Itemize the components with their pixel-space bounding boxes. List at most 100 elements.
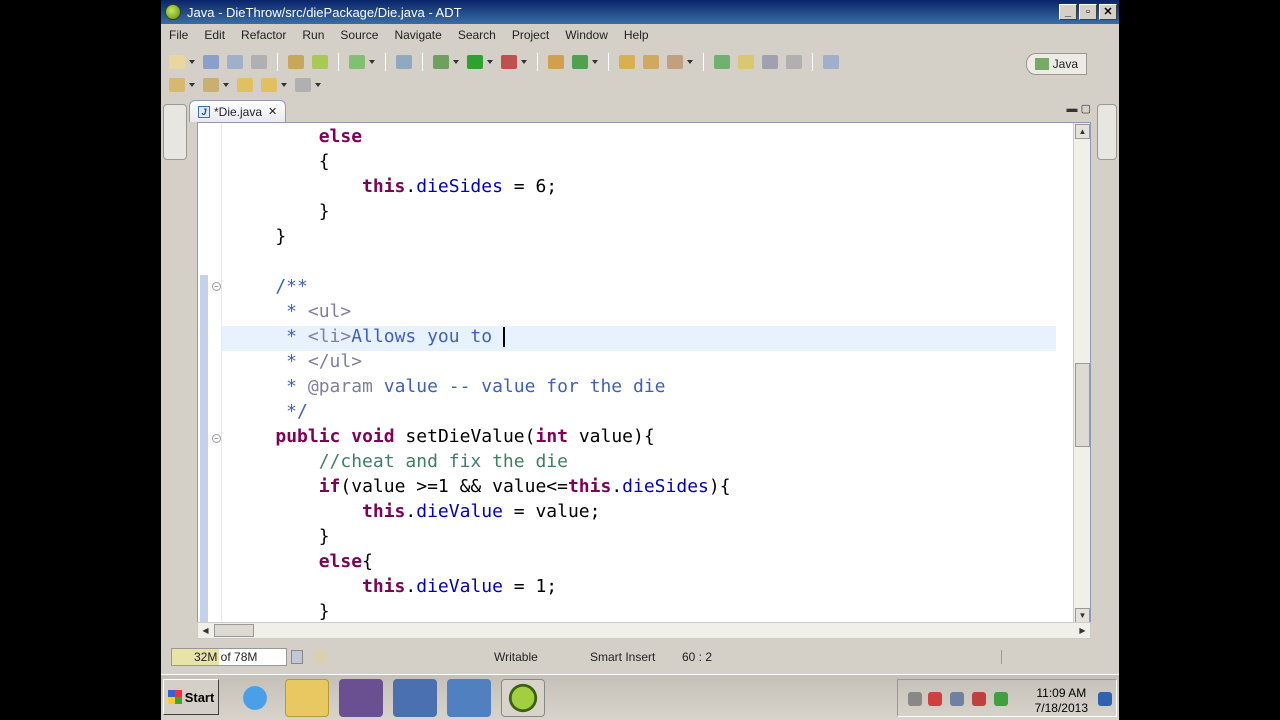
tab-die-java[interactable]: J *Die.java ✕ (189, 100, 287, 122)
tray-icon[interactable] (994, 692, 1008, 706)
toggle-highlight-icon[interactable] (738, 55, 754, 69)
new-icon[interactable] (169, 55, 185, 69)
close-button[interactable]: ✕ (1099, 4, 1117, 20)
menu-search[interactable]: Search (450, 28, 504, 42)
menu-project[interactable]: Project (504, 28, 557, 42)
menu-edit[interactable]: Edit (196, 28, 233, 42)
code-line[interactable]: } (232, 599, 330, 624)
ie-icon[interactable] (233, 679, 277, 717)
progress-icon[interactable] (313, 650, 327, 664)
adt-taskbar-icon[interactable] (501, 679, 545, 717)
vertical-scrollbar[interactable]: ▲ ▼ (1073, 123, 1090, 624)
h-scrollbar-thumb[interactable] (214, 624, 254, 637)
vs-shortcut-icon[interactable] (393, 679, 437, 717)
code-line[interactable]: else{ (232, 549, 373, 574)
maximize-button[interactable]: ▫ (1079, 4, 1097, 20)
menu-run[interactable]: Run (294, 28, 332, 42)
scrollbar-thumb[interactable] (1075, 363, 1090, 447)
menu-file[interactable]: File (161, 28, 196, 42)
tray-icon[interactable] (972, 692, 986, 706)
code-line[interactable]: * </ul> (232, 349, 362, 374)
next-annotation-icon[interactable] (169, 78, 185, 92)
menu-navigate[interactable]: Navigate (386, 28, 449, 42)
code-line[interactable]: //cheat and fix the die (232, 449, 568, 474)
start-button[interactable]: Start (163, 679, 219, 715)
heap-status[interactable]: 32M of 78M (171, 648, 287, 666)
right-trim-stack[interactable] (1097, 104, 1117, 160)
writable-status: Writable (494, 650, 538, 664)
new-android-app-icon[interactable] (396, 55, 412, 69)
code-line[interactable]: } (232, 524, 330, 549)
code-editor[interactable]: − − else { this.dieSides = 6; } } /** * … (197, 122, 1091, 625)
code-line[interactable]: { (232, 149, 330, 174)
editor-minmax-controls[interactable]: ▬ ▢ (1067, 102, 1091, 115)
search-icon[interactable] (667, 55, 683, 69)
back-icon[interactable] (261, 78, 277, 92)
scroll-right-icon[interactable]: ▶ (1075, 624, 1090, 637)
code-line[interactable]: * <ul> (232, 299, 351, 324)
menu-refactor[interactable]: Refactor (233, 28, 294, 42)
code-token: * (232, 326, 308, 347)
menu-window[interactable]: Window (557, 28, 616, 42)
tray-icon[interactable] (908, 692, 922, 706)
avd-manager-icon[interactable] (312, 55, 328, 69)
new-java-package-icon[interactable] (548, 55, 564, 69)
code-line[interactable]: public void setDieValue(int value){ (232, 424, 655, 449)
save-icon[interactable] (203, 55, 219, 69)
print-icon[interactable] (251, 55, 267, 69)
folder-icon[interactable] (285, 679, 329, 717)
forward-icon[interactable] (295, 78, 311, 92)
code-line[interactable]: */ (232, 399, 308, 424)
code-token: . (405, 576, 417, 597)
scroll-left-icon[interactable]: ◀ (198, 624, 213, 637)
horizontal-scrollbar[interactable]: ◀ ▶ (197, 622, 1091, 639)
garbage-collect-icon[interactable] (291, 650, 303, 664)
code-line[interactable]: this.dieValue = 1; (232, 574, 557, 599)
minimize-button[interactable]: _ (1059, 4, 1077, 20)
fold-toggle-icon[interactable]: − (212, 282, 221, 291)
pin-editor-icon[interactable] (823, 55, 839, 69)
code-line[interactable]: this.dieSides = 6; (232, 174, 557, 199)
code-line[interactable]: } (232, 224, 286, 249)
code-line[interactable]: if(value >=1 && value<=this.dieSides){ (232, 474, 731, 499)
system-tray: 11:09 AM 7/18/2013 (897, 679, 1117, 717)
code-token: value){ (568, 426, 655, 447)
code-line[interactable]: else (232, 124, 362, 149)
debug-icon[interactable] (433, 55, 449, 69)
close-tab-icon[interactable]: ✕ (268, 105, 277, 118)
code-token: Allows you to (351, 326, 503, 347)
code-line[interactable]: } (232, 199, 330, 224)
last-edit-location-icon[interactable] (237, 78, 253, 92)
code-line[interactable]: this.dieValue = value; (232, 499, 600, 524)
run-icon[interactable] (467, 55, 483, 69)
tray-icon[interactable] (950, 692, 964, 706)
perspective-switcher[interactable]: Java (1025, 53, 1087, 75)
show-whitespace-icon[interactable] (786, 55, 802, 69)
left-trim-stack[interactable] (163, 104, 187, 160)
visual-studio-icon[interactable] (339, 679, 383, 717)
toggle-mark-occurrences-icon[interactable] (714, 55, 730, 69)
open-type-icon[interactable] (619, 55, 635, 69)
previous-annotation-icon[interactable] (203, 78, 219, 92)
menu-help[interactable]: Help (616, 28, 657, 42)
external-tools-icon[interactable] (501, 55, 517, 69)
scroll-down-icon[interactable]: ▼ (1075, 608, 1090, 623)
code-token: else (318, 126, 363, 147)
sdk-manager-icon[interactable] (288, 55, 304, 69)
code-line[interactable]: /** (232, 274, 308, 299)
network-icon[interactable] (447, 679, 491, 717)
tray-clock[interactable]: 11:09 AM 7/18/2013 (1035, 686, 1088, 716)
scroll-up-icon[interactable]: ▲ (1075, 124, 1090, 139)
block-selection-icon[interactable] (762, 55, 778, 69)
lint-icon[interactable] (349, 55, 365, 69)
open-task-icon[interactable] (643, 55, 659, 69)
new-java-class-icon[interactable] (572, 55, 588, 69)
code-line[interactable]: * @param value -- value for the die (232, 374, 665, 399)
show-desktop-icon[interactable] (1098, 692, 1112, 706)
code-token: } (232, 526, 330, 547)
menu-source[interactable]: Source (332, 28, 386, 42)
fold-toggle-icon[interactable]: − (212, 434, 221, 443)
save-all-icon[interactable] (227, 55, 243, 69)
code-line[interactable]: * <li>Allows you to (232, 324, 505, 349)
tray-icon[interactable] (928, 692, 942, 706)
